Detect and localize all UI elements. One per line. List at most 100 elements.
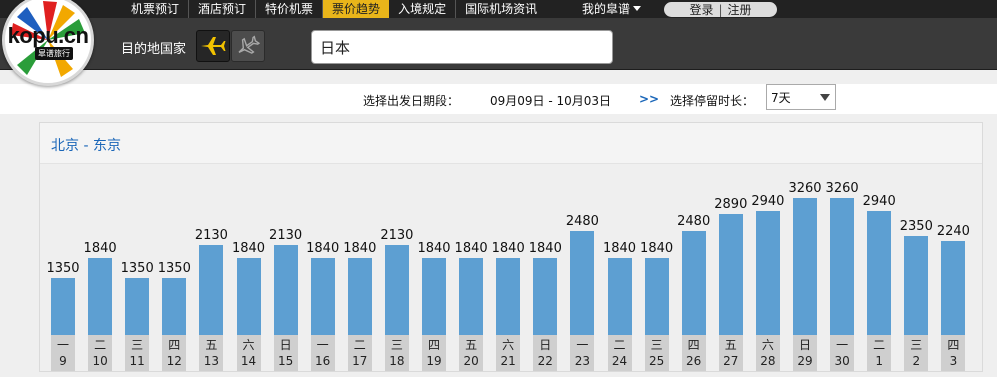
bar-column[interactable]: 2130 五 13 [195,164,228,371]
bar-column[interactable]: 1350 四 12 [158,164,191,371]
fare-bar[interactable] [422,258,446,335]
weekday-label: 二 [94,338,107,352]
nav-item-5[interactable]: 国际机场资讯 [456,0,546,18]
bar-column[interactable]: 1840 五 20 [455,164,488,371]
fare-bar[interactable] [125,278,150,335]
fare-bar[interactable] [496,258,521,335]
day-cell: 四 19 [422,335,446,371]
bar-column[interactable]: 1840 一 16 [306,164,339,371]
fare-value-label: 1840 [231,241,266,256]
day-cell: 一 30 [830,335,855,371]
fare-bar[interactable] [607,258,632,335]
bar-column[interactable]: 2240 四 3 [937,164,970,371]
fare-bar[interactable] [793,198,817,335]
date-label: 22 [537,354,553,368]
next-range-link[interactable]: >> [639,92,659,106]
fare-bar[interactable] [718,214,743,335]
date-range-value[interactable]: 09月09日 - 10月03日 [490,92,611,109]
stay-duration-select[interactable]: 7天 [766,84,836,110]
date-label: 16 [315,354,331,368]
day-cell: 二 10 [88,335,113,371]
kopu-logo[interactable]: kopu.cn 皐谱旅行 [2,0,94,86]
bar-column[interactable]: 1840 六 14 [232,164,265,371]
fare-bar[interactable] [199,245,224,335]
date-filter-row: 选择出发日期段： 09月09日 - 10月03日 >> 选择停留时长： [0,84,997,114]
fare-bar[interactable] [51,278,75,335]
fare-bar[interactable] [681,231,706,335]
bar-column[interactable]: 2940 六 28 [751,164,784,371]
nav-item-1[interactable]: 酒店预订 [189,0,257,18]
bar-column[interactable]: 3260 日 29 [788,164,822,371]
weekday-label: 四 [168,338,181,352]
date-label: 2 [912,354,921,368]
bar-column[interactable]: 1840 六 21 [492,164,525,371]
fare-bar[interactable] [904,236,929,335]
bar-column[interactable]: 2890 五 27 [714,164,747,371]
bar-column[interactable]: 3260 一 30 [826,164,859,371]
fare-bar[interactable] [570,231,595,335]
airplane-icon [201,37,226,55]
fare-value-label: 1840 [528,241,562,256]
my-account-menu[interactable]: 我的皐谱 [582,0,642,18]
bar-column[interactable]: 1840 二 10 [84,164,117,371]
date-label: 14 [240,354,257,368]
register-link[interactable]: 注册 [728,1,752,18]
bar-column[interactable]: 2940 二 1 [863,164,896,371]
bar-column[interactable]: 2350 三 2 [900,164,933,371]
domestic-flight-button[interactable] [231,30,265,62]
fare-bar[interactable] [644,258,669,335]
bar-column[interactable]: 2480 一 23 [566,164,599,371]
country-input[interactable] [311,30,613,64]
bar-column[interactable]: 2130 日 15 [269,164,302,371]
bar-column[interactable]: 1840 二 17 [343,164,376,371]
fare-value-label: 2130 [269,228,303,243]
fare-value-label: 1350 [120,261,154,276]
bar-column[interactable]: 2130 三 18 [380,164,413,371]
date-label: 29 [797,354,813,368]
fare-bar[interactable] [162,278,187,335]
login-link[interactable]: 登录 [689,1,713,18]
weekday-label: 二 [353,338,366,352]
day-cell: 日 15 [273,335,298,371]
day-cell: 四3 [941,335,966,371]
bar-column[interactable]: 1350 一 9 [46,164,80,371]
nav-item-3[interactable]: 票价趋势 [323,0,390,18]
weekday-label: 三 [650,338,663,352]
day-cell: 六 21 [496,335,521,371]
fare-bar[interactable] [88,258,113,335]
fare-bar[interactable] [867,211,892,335]
fare-bar[interactable] [384,245,409,335]
login-register-pill: 登录 | 注册 [664,2,777,17]
bar-column[interactable]: 1840 三 25 [640,164,673,371]
fare-bar[interactable] [347,258,372,335]
bar-column[interactable]: 2480 四 26 [677,164,710,371]
nav-item-0[interactable]: 机票预订 [122,0,190,18]
fare-bar[interactable] [533,258,558,335]
nav-item-4[interactable]: 入境规定 [389,0,457,18]
weekday-label: 四 [947,338,960,352]
bar-column[interactable]: 1840 四 19 [417,164,451,371]
weekday-label: 一 [56,338,69,352]
fare-value-label: 1840 [83,241,117,256]
bar-column[interactable]: 1840 二 24 [603,164,636,371]
nav-item-2[interactable]: 特价机票 [256,0,324,18]
weekday-label: 四 [687,338,700,352]
fare-bar[interactable] [459,258,484,335]
date-label: 13 [203,354,220,368]
my-account-label: 我的皐谱 [582,2,631,16]
bar-column[interactable]: 1840 日 22 [529,164,562,371]
route-title: 北京 - 东京 [51,138,121,154]
fare-bar[interactable] [830,198,855,335]
fare-bar[interactable] [941,241,966,335]
date-label: 24 [611,354,628,368]
fare-value-label: 1840 [454,241,488,256]
destination-label: 目的地国家 [121,42,187,57]
date-label: 20 [463,354,479,368]
fare-bar[interactable] [273,245,298,335]
fare-bar[interactable] [236,258,261,335]
date-label: 25 [648,354,665,368]
international-flight-button[interactable] [196,30,230,62]
fare-bar[interactable] [755,211,780,335]
bar-column[interactable]: 1350 三 11 [121,164,154,371]
fare-bar[interactable] [310,258,335,335]
